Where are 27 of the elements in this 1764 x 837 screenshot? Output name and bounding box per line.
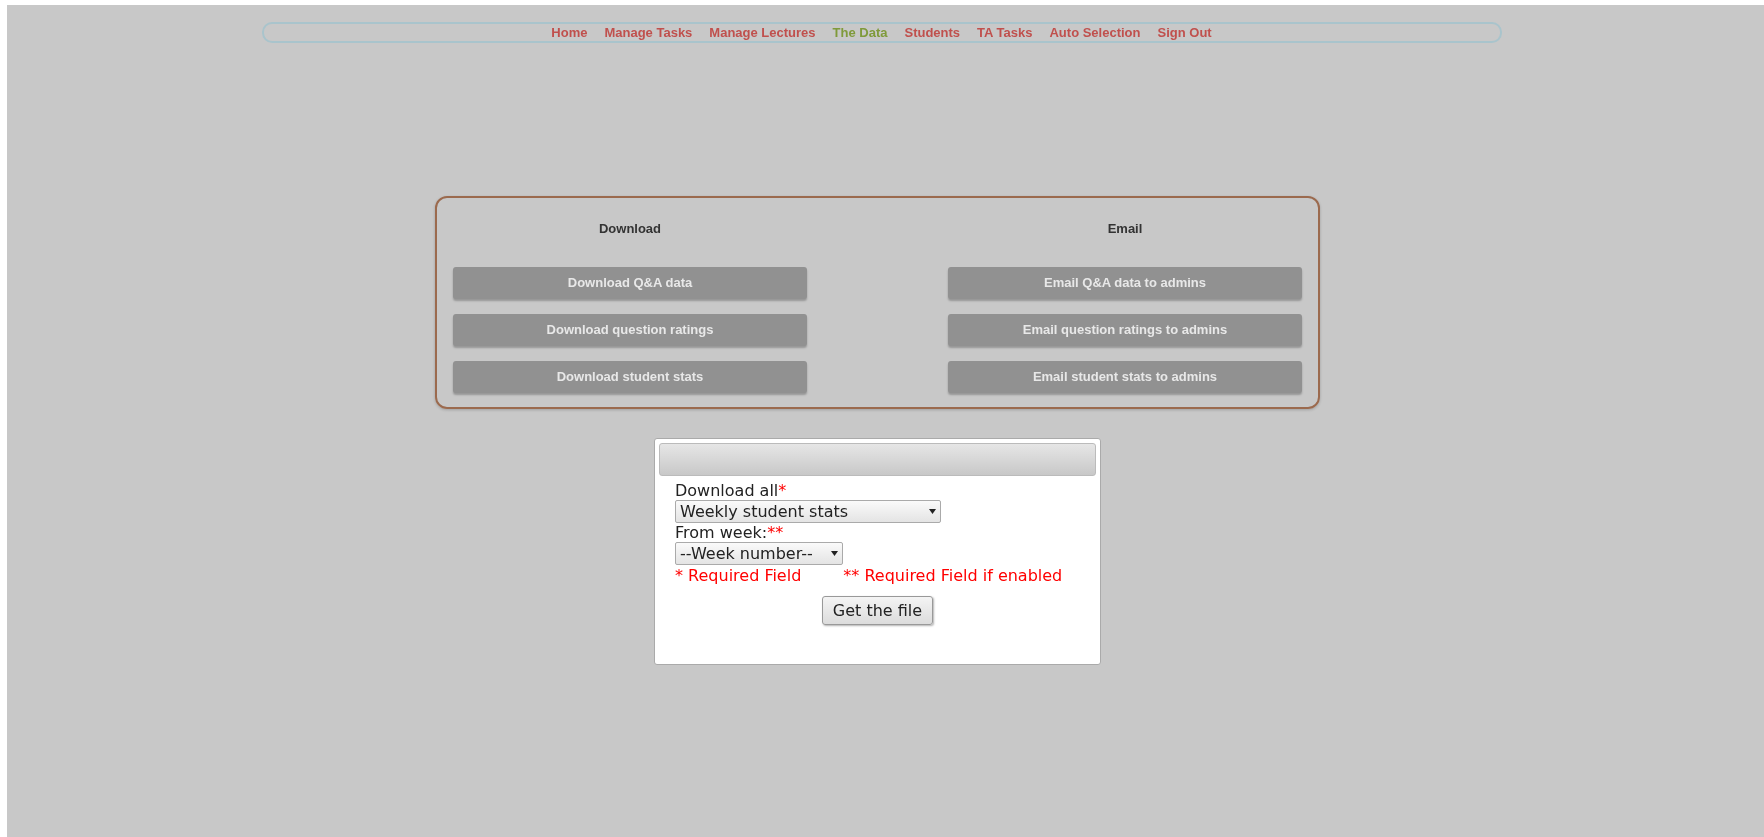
field-label: From week: <box>675 523 768 542</box>
nav-link[interactable]: Manage Tasks <box>604 22 693 43</box>
column-heading: Email <box>1107 220 1143 238</box>
action-button[interactable]: Download Q&A data <box>453 266 807 299</box>
dropdown-field[interactable]: --Week number-- <box>675 542 843 565</box>
column-heading: Download <box>598 220 662 238</box>
nav-link[interactable]: Students <box>904 22 961 43</box>
required-note: * Required Field <box>675 566 802 586</box>
dropdown-field[interactable]: Weekly student stats <box>675 500 941 523</box>
nav-link[interactable]: The Data <box>832 22 888 43</box>
nav-link[interactable]: Manage Lectures <box>709 22 816 43</box>
action-button[interactable]: Email question ratings to admins <box>948 313 1302 346</box>
action-button[interactable]: Email student stats to admins <box>948 360 1302 393</box>
action-button[interactable]: Download question ratings <box>453 313 807 346</box>
required-mark: * <box>778 481 787 500</box>
required-note: ** Required Field if enabled <box>843 566 1063 586</box>
required-mark: ** <box>767 523 784 542</box>
action-button[interactable]: Email Q&A data to admins <box>948 266 1302 299</box>
action-button[interactable]: Download student stats <box>453 360 807 393</box>
field-label: Download all <box>675 481 779 500</box>
nav-link[interactable]: Auto Selection <box>1049 22 1141 43</box>
nav-link[interactable]: Sign Out <box>1157 22 1212 43</box>
get-file-button[interactable]: Get the file <box>821 596 934 625</box>
nav-link[interactable]: TA Tasks <box>977 22 1033 43</box>
dropdown-arrow-icon <box>831 551 838 556</box>
nav-link[interactable]: Home <box>551 22 588 43</box>
dropdown-arrow-icon <box>929 509 936 514</box>
